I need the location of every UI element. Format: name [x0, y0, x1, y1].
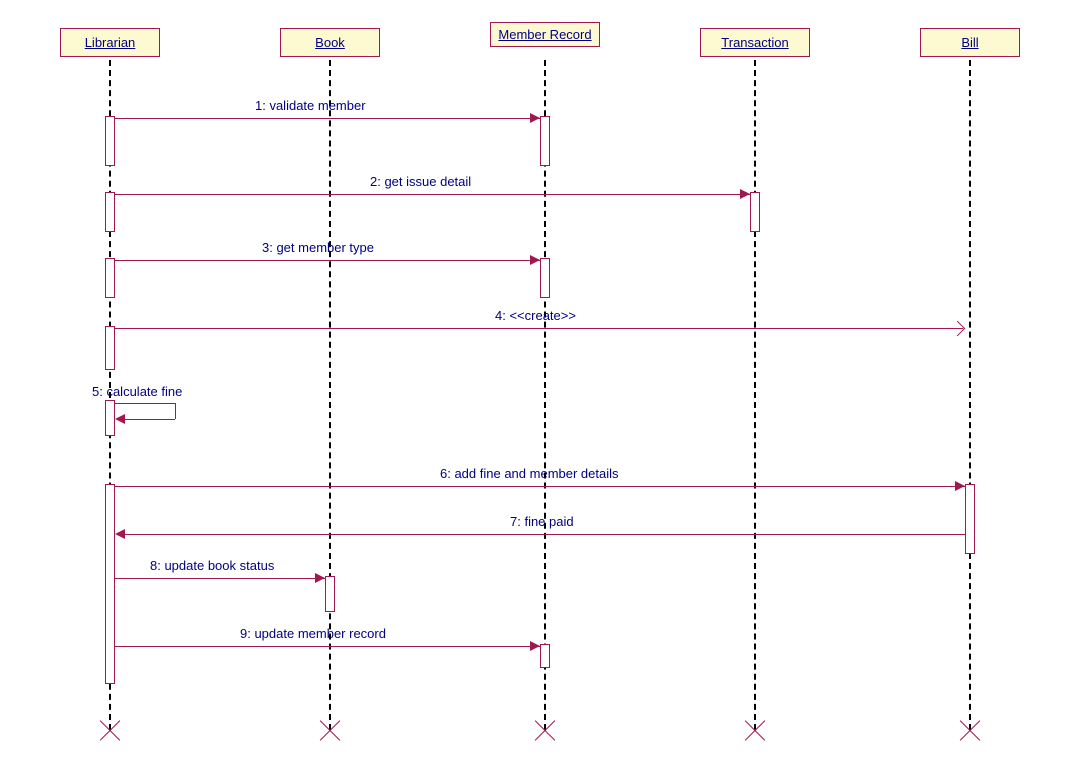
message-9-label: 9: update member record — [240, 626, 386, 641]
message-5-line-bottom — [125, 419, 175, 420]
message-7-arrow — [115, 529, 125, 539]
message-4-label: 4: <<create>> — [495, 308, 576, 323]
message-4-line — [115, 328, 963, 329]
destruction-book — [320, 720, 340, 740]
message-8-line — [115, 578, 325, 579]
message-3-line — [115, 260, 540, 261]
activation-librarian-4 — [105, 326, 115, 370]
activation-librarian-1 — [105, 116, 115, 166]
message-1-arrow — [530, 113, 540, 123]
message-2-line — [115, 194, 750, 195]
message-6-line — [115, 486, 965, 487]
activation-book-1 — [325, 576, 335, 612]
message-3-arrow — [530, 255, 540, 265]
message-9-line — [115, 646, 540, 647]
destruction-bill — [960, 720, 980, 740]
activation-member-record-1 — [540, 116, 550, 166]
activation-transaction-1 — [750, 192, 760, 232]
message-8-arrow — [315, 573, 325, 583]
destruction-member-record — [535, 720, 555, 740]
message-6-arrow — [955, 481, 965, 491]
message-9-arrow — [530, 641, 540, 651]
participant-bill-label: Bill — [961, 35, 978, 50]
participant-member-record: Member Record — [490, 22, 600, 47]
participant-librarian: Librarian — [60, 28, 160, 57]
participant-book-label: Book — [315, 35, 345, 50]
message-2-arrow — [740, 189, 750, 199]
message-5-label: 5: calculate fine — [92, 384, 182, 399]
message-7-label: 7: fine paid — [510, 514, 574, 529]
participant-bill: Bill — [920, 28, 1020, 57]
lifeline-bill — [969, 60, 971, 730]
participant-librarian-label: Librarian — [85, 35, 136, 50]
participant-member-record-label: Member Record — [498, 27, 591, 42]
destruction-transaction — [745, 720, 765, 740]
message-4-arrow — [950, 321, 966, 337]
activation-member-record-3 — [540, 644, 550, 668]
activation-librarian-5 — [105, 400, 115, 436]
message-2-label: 2: get issue detail — [370, 174, 471, 189]
participant-book: Book — [280, 28, 380, 57]
lifeline-transaction — [754, 60, 756, 730]
sequence-diagram: Librarian Book Member Record Transaction… — [0, 0, 1068, 772]
activation-bill-1 — [965, 484, 975, 554]
participant-transaction-label: Transaction — [721, 35, 788, 50]
message-1-label: 1: validate member — [255, 98, 366, 113]
activation-librarian-6 — [105, 484, 115, 684]
activation-member-record-2 — [540, 258, 550, 298]
message-5-line-top — [115, 403, 175, 404]
participant-transaction: Transaction — [700, 28, 810, 57]
activation-librarian-3 — [105, 258, 115, 298]
message-5-arrow — [115, 414, 125, 424]
message-8-label: 8: update book status — [150, 558, 274, 573]
message-1-line — [115, 118, 540, 119]
message-3-label: 3: get member type — [262, 240, 374, 255]
activation-librarian-2 — [105, 192, 115, 232]
message-6-label: 6: add fine and member details — [440, 466, 619, 481]
message-7-line — [125, 534, 965, 535]
destruction-librarian — [100, 720, 120, 740]
